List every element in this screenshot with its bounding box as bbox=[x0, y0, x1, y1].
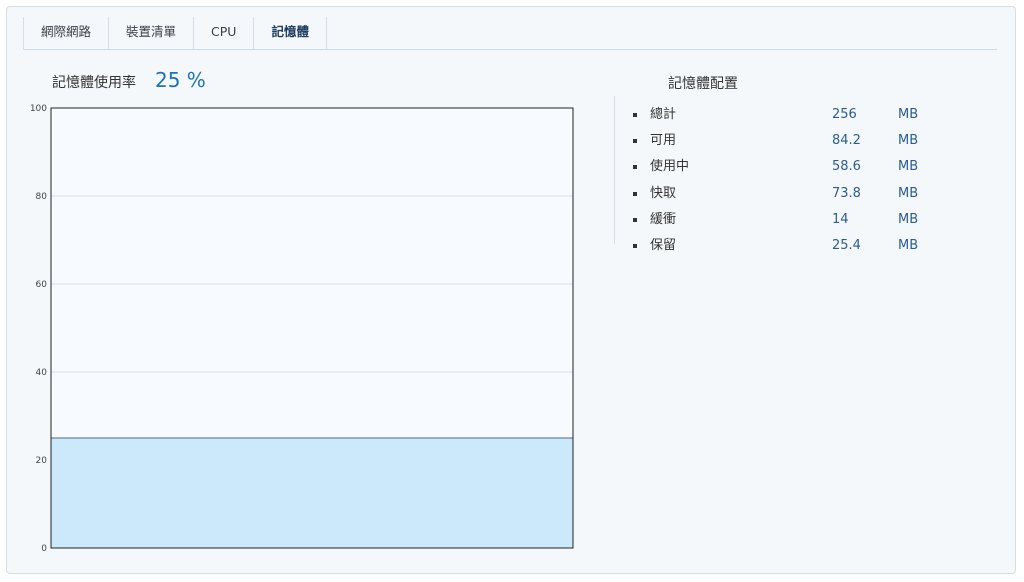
config-row-reserved: 保留 25.4 MB bbox=[615, 236, 935, 256]
memory-usage-label: 記憶體使用率 bbox=[52, 75, 136, 91]
config-row-in-use: 使用中 58.6 MB bbox=[615, 157, 935, 177]
y-tick-label: 80 bbox=[36, 192, 48, 202]
memory-usage-value: 25 % bbox=[155, 68, 206, 92]
tab-bar: 網際網路 裝置清單 CPU 記憶體 bbox=[23, 17, 997, 50]
bullet-icon bbox=[633, 165, 637, 169]
config-unit: MB bbox=[898, 133, 919, 148]
memory-usage-chart: 0 20 40 60 80 100 bbox=[20, 100, 580, 564]
config-label: 可用 bbox=[650, 133, 677, 148]
bullet-icon bbox=[633, 244, 637, 248]
y-tick-label: 60 bbox=[36, 280, 48, 290]
config-value: 256 bbox=[832, 107, 857, 122]
config-label: 快取 bbox=[650, 186, 677, 201]
config-unit: MB bbox=[898, 159, 919, 174]
y-tick-label: 100 bbox=[30, 104, 47, 114]
tab-device-list[interactable]: 裝置清單 bbox=[108, 17, 193, 49]
config-value: 84.2 bbox=[832, 133, 861, 148]
y-tick-label: 20 bbox=[36, 456, 48, 466]
y-tick-label: 40 bbox=[36, 368, 48, 378]
tab-memory[interactable]: 記憶體 bbox=[253, 17, 327, 49]
config-value: 25.4 bbox=[832, 238, 861, 253]
config-row-total: 總計 256 MB bbox=[615, 105, 935, 125]
memory-config-title: 記憶體配置 bbox=[668, 76, 738, 92]
config-row-available: 可用 84.2 MB bbox=[615, 131, 935, 151]
config-unit: MB bbox=[898, 238, 919, 253]
bullet-icon bbox=[633, 113, 637, 117]
tab-internet[interactable]: 網際網路 bbox=[23, 17, 108, 49]
config-row-cached: 快取 73.8 MB bbox=[615, 184, 935, 204]
memory-config-list: 總計 256 MB 可用 84.2 MB 使用中 58.6 MB 快取 73.8… bbox=[614, 96, 935, 253]
config-unit: MB bbox=[898, 186, 919, 201]
config-value: 73.8 bbox=[832, 186, 861, 201]
chart-svg: 0 20 40 60 80 100 bbox=[30, 104, 574, 554]
config-unit: MB bbox=[898, 212, 919, 227]
bullet-icon bbox=[633, 139, 637, 143]
bullet-icon bbox=[633, 192, 637, 196]
config-label: 緩衝 bbox=[650, 212, 677, 227]
config-unit: MB bbox=[898, 107, 919, 122]
config-value: 14 bbox=[832, 212, 849, 227]
bullet-icon bbox=[633, 218, 637, 222]
config-value: 58.6 bbox=[832, 159, 861, 174]
config-label: 保留 bbox=[650, 238, 677, 253]
usage-area bbox=[51, 438, 573, 548]
config-label: 總計 bbox=[650, 107, 677, 122]
config-label: 使用中 bbox=[650, 159, 690, 174]
config-row-buffers: 緩衝 14 MB bbox=[615, 210, 935, 230]
y-tick-label: 0 bbox=[41, 544, 47, 554]
tab-cpu[interactable]: CPU bbox=[193, 17, 253, 49]
